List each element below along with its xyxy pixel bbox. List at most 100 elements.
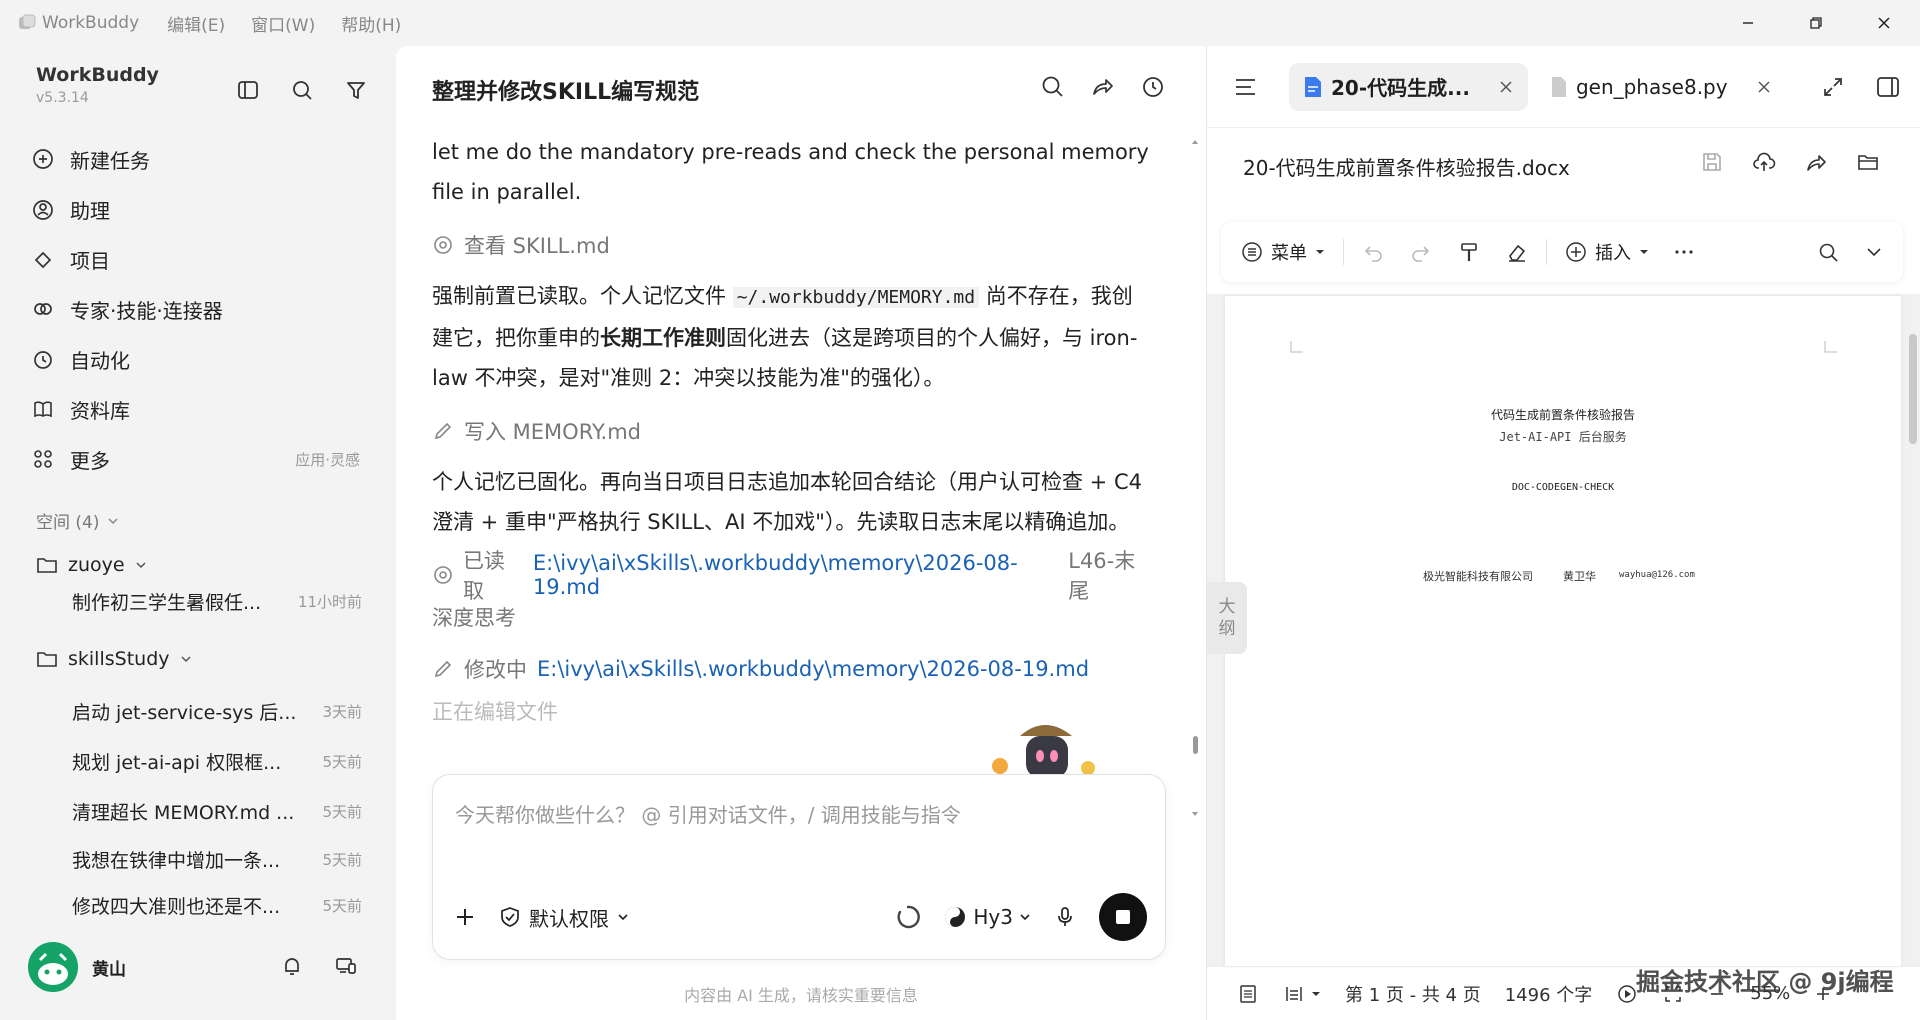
document-page[interactable]: 代码生成前置条件核验报告 Jet-AI-API 后台服务 DOC-CODEGEN… xyxy=(1225,296,1901,966)
restore-button[interactable] xyxy=(1782,0,1850,46)
menu-label: 菜单 xyxy=(1271,243,1307,264)
task-item[interactable]: 我想在铁律中增加一条... 5天前 xyxy=(72,846,362,873)
task-title: 清理超长 MEMORY.md ... xyxy=(72,802,295,824)
user-profile[interactable]: 黄山 xyxy=(28,942,126,992)
message-composer[interactable]: 今天帮你做些什么？ @ 引用对话文件，/ 调用技能与指令 默认权限 Hy3 xyxy=(432,774,1166,960)
nav-new-task[interactable]: 新建任务 xyxy=(30,134,370,184)
outline-char: 大 xyxy=(1218,597,1236,617)
word-count[interactable]: 1496 个字 xyxy=(1505,981,1593,1007)
model-label: Hy3 xyxy=(973,905,1013,929)
play-circle-icon[interactable] xyxy=(1616,983,1638,1005)
menu-dropdown[interactable]: 菜单 xyxy=(1241,239,1325,265)
step-suffix: L46-末尾 xyxy=(1068,549,1136,603)
task-item[interactable]: 修改四大准则也还是不... 5天前 xyxy=(72,894,362,917)
layout-dropdown[interactable] xyxy=(1283,983,1321,1005)
doc-scrollbar-thumb[interactable] xyxy=(1909,334,1917,444)
file-link[interactable]: E:\ivy\ai\xSkills\.workbuddy\memory\2026… xyxy=(537,657,1089,681)
project-skillsstudy[interactable]: skillsStudy xyxy=(36,648,192,670)
step-label: 写入 MEMORY.md xyxy=(464,420,641,444)
nav-label: 专家·技能·连接器 xyxy=(70,298,223,323)
model-select[interactable]: Hy3 xyxy=(943,905,1031,929)
permission-select[interactable]: 默认权限 xyxy=(499,903,629,932)
project-zuoye[interactable]: zuoye xyxy=(36,554,147,576)
redo-icon[interactable] xyxy=(1410,241,1432,263)
minimize-button[interactable] xyxy=(1714,0,1782,46)
nav-more-extra[interactable]: 应用·灵感 xyxy=(295,449,360,470)
task-item[interactable]: 清理超长 MEMORY.md ... 5天前 xyxy=(72,798,362,825)
microphone-icon[interactable] xyxy=(1053,905,1077,929)
eye-icon xyxy=(434,236,452,254)
task-title: 修改四大准则也还是不... xyxy=(72,895,281,917)
thinking-label[interactable]: 深度思考 xyxy=(432,596,1152,638)
task-item[interactable]: 规划 jet-ai-api 权限框... 5天前 xyxy=(72,748,362,775)
version-label: v5.3.14 xyxy=(36,90,89,106)
stop-button[interactable] xyxy=(1099,893,1147,941)
file-link[interactable]: E:\ivy\ai\xSkills\.workbuddy\memory\2026… xyxy=(533,551,1058,599)
expand-icon[interactable] xyxy=(1821,75,1845,99)
page-view-icon[interactable] xyxy=(1237,983,1259,1005)
tab-label: 20-代码生成... xyxy=(1331,76,1470,100)
step-write-memory[interactable]: 写入 MEMORY.md xyxy=(432,410,1152,452)
share-icon[interactable] xyxy=(1090,74,1116,100)
tab-docx[interactable]: 20-代码生成... xyxy=(1289,62,1528,111)
nav-project[interactable]: 项目 xyxy=(30,234,370,284)
menu-lines-icon[interactable] xyxy=(1233,74,1259,100)
document-panel: 20-代码生成... gen_phase8.py 20-代码生成前置条件核验报告… xyxy=(1206,46,1920,1020)
side-panel-icon[interactable] xyxy=(1875,74,1901,100)
upload-cloud-icon[interactable] xyxy=(1752,150,1776,174)
assistant-message: let me do the mandatory pre-reads and ch… xyxy=(432,140,1149,204)
search-icon[interactable] xyxy=(1040,74,1066,100)
nav-experts[interactable]: 专家·技能·连接器 xyxy=(30,284,370,334)
filter-button[interactable] xyxy=(340,74,372,106)
chevron-down-icon xyxy=(618,914,628,921)
chat-scrollbar[interactable] xyxy=(1190,136,1200,826)
model-logo-icon xyxy=(945,907,966,927)
menu-window[interactable]: 窗口(W) xyxy=(251,11,315,36)
format-painter-icon[interactable] xyxy=(1458,241,1480,263)
permission-label: 默认权限 xyxy=(529,906,609,931)
undo-icon[interactable] xyxy=(1362,241,1384,263)
nav-label: 资料库 xyxy=(70,398,130,423)
close-icon[interactable] xyxy=(1498,79,1514,95)
search-button[interactable] xyxy=(286,74,318,106)
watermark: 掘金技术社区 @ 9j编程 xyxy=(1636,968,1894,996)
page-author: 黄卫华 xyxy=(1563,570,1596,583)
task-item[interactable]: 启动 jet-service-sys 后... 3天前 xyxy=(72,698,362,725)
nav-assistant[interactable]: 助理 xyxy=(30,184,370,234)
nav-automation[interactable]: 自动化 xyxy=(30,334,370,384)
tab-label: gen_phase8.py xyxy=(1575,74,1728,99)
nav-library[interactable]: 资料库 xyxy=(30,384,370,434)
step-view-skill[interactable]: 查看 SKILL.md xyxy=(432,224,1152,266)
folder-open-icon[interactable] xyxy=(1856,150,1880,174)
toggle-sidebar-button[interactable] xyxy=(232,74,264,106)
mascot-image xyxy=(980,706,1110,778)
eraser-icon[interactable] xyxy=(1506,241,1528,263)
close-button[interactable] xyxy=(1850,0,1918,46)
composer-placeholder[interactable]: 今天帮你做些什么？ @ 引用对话文件，/ 调用技能与指令 xyxy=(455,799,961,828)
close-icon[interactable] xyxy=(1756,79,1772,95)
menu-edit[interactable]: 编辑(E) xyxy=(167,11,225,36)
task-item[interactable]: 制作初三学生暑假任... 11小时前 xyxy=(72,588,362,615)
space-header[interactable]: 空间 (4) xyxy=(36,508,119,533)
menu-help[interactable]: 帮助(H) xyxy=(341,11,401,36)
chevron-down-icon xyxy=(180,656,191,663)
outline-toggle[interactable]: 大 纲 xyxy=(1207,582,1247,654)
tab-py[interactable]: gen_phase8.py xyxy=(1536,63,1786,111)
assistant-icon xyxy=(30,196,56,222)
step-editing-log[interactable]: 修改中 E:\ivy\ai\xSkills\.workbuddy\memory\… xyxy=(432,648,1152,690)
insert-dropdown[interactable]: 插入 xyxy=(1565,239,1649,265)
history-icon[interactable] xyxy=(1140,74,1166,100)
add-icon[interactable] xyxy=(453,905,477,929)
save-icon[interactable] xyxy=(1700,150,1724,174)
message-text: 强制前置已读取。个人记忆文件 xyxy=(432,284,733,308)
step-read-log[interactable]: 已读取 E:\ivy\ai\xSkills\.workbuddy\memory\… xyxy=(432,549,1152,603)
nav-label: 自动化 xyxy=(70,348,130,373)
nav-more[interactable]: 更多 应用·灵感 xyxy=(30,434,370,484)
task-time: 3天前 xyxy=(322,703,362,721)
chevron-down-icon[interactable] xyxy=(1865,243,1883,261)
bell-icon[interactable] xyxy=(280,954,304,978)
devices-icon[interactable] xyxy=(334,954,358,978)
search-icon[interactable] xyxy=(1817,241,1839,263)
more-icon[interactable] xyxy=(1673,241,1695,263)
share-icon[interactable] xyxy=(1804,150,1828,174)
